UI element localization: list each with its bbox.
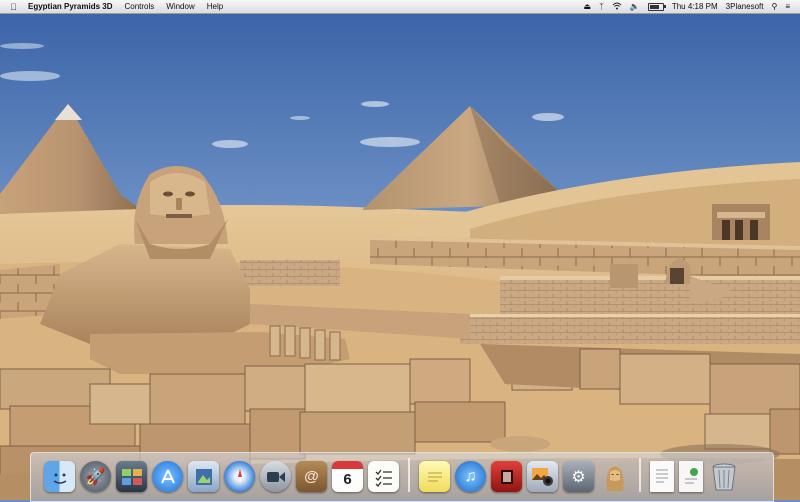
mission-control-icon[interactable] bbox=[116, 461, 147, 492]
battery-icon[interactable] bbox=[647, 2, 666, 11]
reminders-icon[interactable] bbox=[368, 461, 399, 492]
dock-separator bbox=[639, 458, 641, 492]
egyptian-pyramids-icon[interactable] bbox=[599, 461, 630, 492]
menu-help[interactable]: Help bbox=[207, 2, 223, 11]
pyramids-scene bbox=[0, 14, 800, 500]
wifi-icon[interactable] bbox=[612, 2, 622, 12]
apple-logo-icon[interactable]:  bbox=[10, 2, 20, 12]
eject-icon[interactable]: ⏏ bbox=[584, 2, 592, 11]
document-icon[interactable] bbox=[650, 461, 674, 492]
notes-icon[interactable] bbox=[419, 461, 450, 492]
iphoto-icon[interactable] bbox=[527, 461, 558, 492]
dock-items: 🚀 @ 6 ♫ ⚙ bbox=[44, 456, 739, 492]
trash-icon[interactable] bbox=[708, 461, 739, 492]
safari-icon[interactable] bbox=[224, 461, 255, 492]
app-store-icon[interactable] bbox=[152, 461, 183, 492]
system-preferences-icon[interactable]: ⚙ bbox=[563, 461, 594, 492]
contacts-icon[interactable]: @ bbox=[296, 461, 327, 492]
app-menu[interactable]: Egyptian Pyramids 3D bbox=[28, 2, 112, 11]
itunes-icon[interactable]: ♫ bbox=[455, 461, 486, 492]
menu-bar:  Egyptian Pyramids 3D Controls Window H… bbox=[0, 0, 800, 14]
user-menu[interactable]: 3Planesoft bbox=[726, 2, 764, 11]
clock[interactable]: Thu 4:18 PM bbox=[672, 2, 718, 11]
search-icon[interactable]: ⚲ bbox=[771, 2, 777, 11]
document-2-icon[interactable] bbox=[679, 461, 703, 492]
list-icon[interactable]: ≡ bbox=[785, 2, 790, 11]
finder-icon[interactable] bbox=[44, 461, 75, 492]
photo-booth-icon[interactable] bbox=[491, 461, 522, 492]
bluetooth-icon[interactable]: ᛉ bbox=[599, 2, 604, 11]
volume-icon[interactable]: 🔈 bbox=[630, 2, 640, 11]
calendar-day: 6 bbox=[343, 471, 352, 488]
facetime-icon[interactable] bbox=[260, 461, 291, 492]
dock-separator bbox=[408, 458, 410, 492]
preview-icon[interactable] bbox=[188, 461, 219, 492]
menu-controls[interactable]: Controls bbox=[124, 2, 154, 11]
launchpad-icon[interactable]: 🚀 bbox=[80, 461, 111, 492]
menu-window[interactable]: Window bbox=[166, 2, 194, 11]
status-area: ⏏ ᛉ 🔈 Thu 4:18 PM 3Planesoft ⚲ ≡ bbox=[584, 2, 791, 12]
calendar-icon[interactable]: 6 bbox=[332, 461, 363, 492]
